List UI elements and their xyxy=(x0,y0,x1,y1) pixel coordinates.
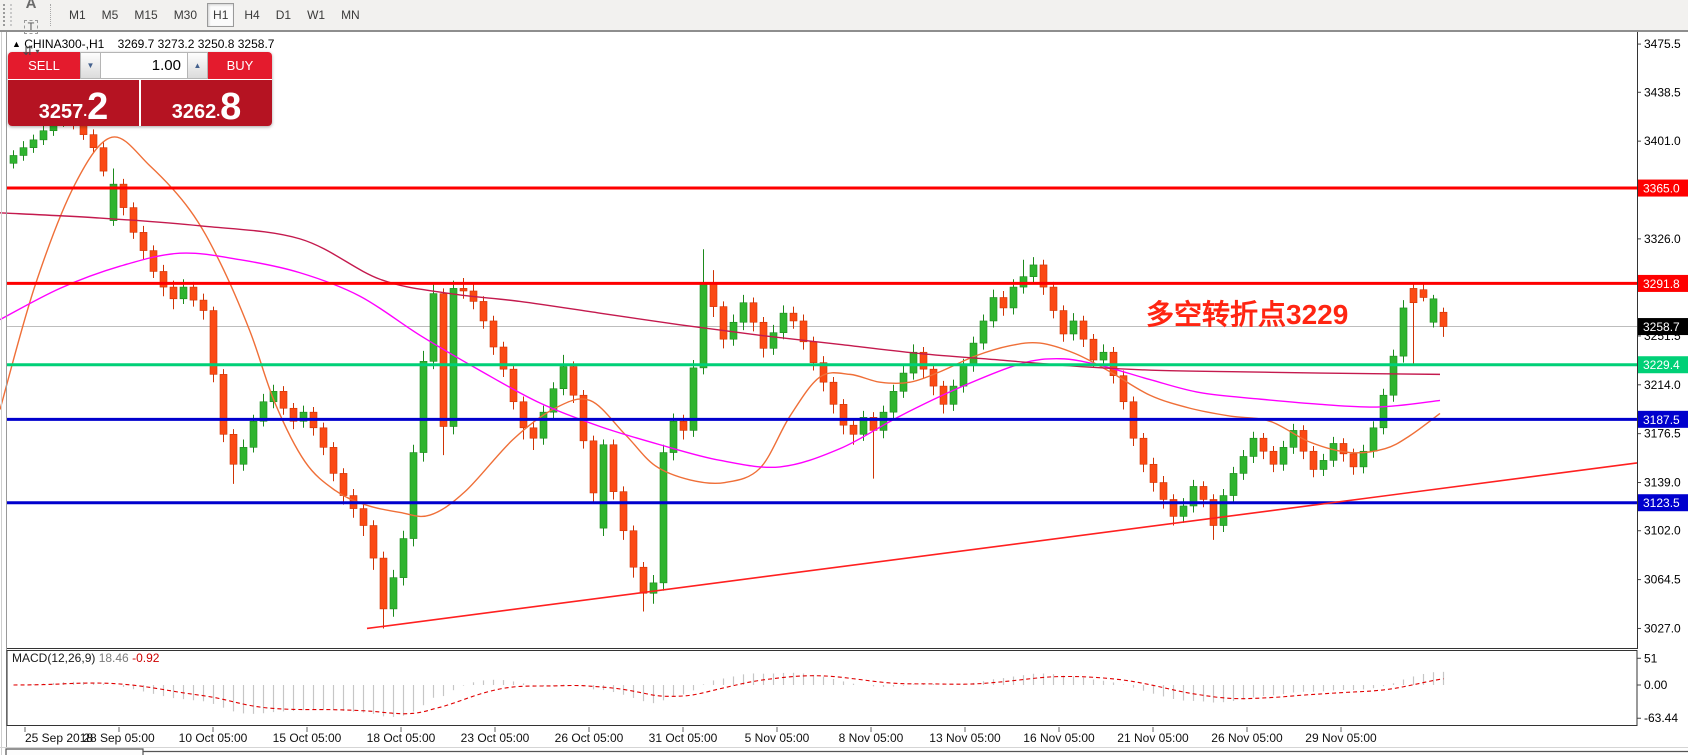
time-tick-label: 29 Nov 05:00 xyxy=(1305,731,1377,745)
macd-tick-label: -63.44 xyxy=(1644,711,1678,725)
timeframe-button-h4[interactable]: H4 xyxy=(238,3,265,27)
trend-line[interactable] xyxy=(367,463,1637,628)
price-tick-label: 3438.5 xyxy=(1644,85,1681,99)
time-tick-label: 15 Oct 05:00 xyxy=(273,731,342,745)
svg-text:3123.5: 3123.5 xyxy=(1643,496,1680,510)
text-box-icon[interactable]: T xyxy=(17,15,45,39)
toolbar-separator xyxy=(50,4,55,26)
price-label-3365.0: 3365.0 xyxy=(1638,180,1688,197)
timeframe-button-m1[interactable]: M1 xyxy=(63,3,92,27)
bid-price[interactable]: 3257.2 xyxy=(8,80,139,126)
time-tick-label: 13 Nov 05:00 xyxy=(929,731,1001,745)
svg-text:3229.4: 3229.4 xyxy=(1643,358,1680,372)
ask-price[interactable]: 3262.8 xyxy=(141,80,272,126)
time-tick-label: 26 Nov 05:00 xyxy=(1211,731,1283,745)
svg-text:3291.8: 3291.8 xyxy=(1643,277,1680,291)
time-tick-label: 18 Oct 05:00 xyxy=(367,731,436,745)
price-label-3123.5: 3123.5 xyxy=(1638,494,1688,511)
price-tick-label: 3326.0 xyxy=(1644,232,1681,246)
timeframe-button-m15[interactable]: M15 xyxy=(128,3,163,27)
chart-tab[interactable] xyxy=(6,749,143,755)
macd-label: MACD(12,26,9) 18.46 -0.92 xyxy=(12,651,160,665)
timeframe-button-h1[interactable]: H1 xyxy=(207,3,234,27)
timeframe-button-mn[interactable]: MN xyxy=(335,3,366,27)
chart-text-annotation: 多空转折点3229 xyxy=(1146,293,1348,333)
toolbar-grip[interactable] xyxy=(3,4,12,26)
volume-input[interactable] xyxy=(101,52,187,79)
time-tick-label: 16 Nov 05:00 xyxy=(1023,731,1095,745)
macd-panel[interactable] xyxy=(7,651,1637,726)
ask-price-main: 3262 xyxy=(172,102,217,122)
time-tick-label: 28 Sep 05:00 xyxy=(83,731,155,745)
toolbar: FAT⇵▾ M1M5M15M30H1H4D1W1MN xyxy=(0,0,1688,31)
text-label-icon[interactable]: A xyxy=(17,0,45,15)
time-tick-label: 21 Nov 05:00 xyxy=(1117,731,1189,745)
price-tick-label: 3475.5 xyxy=(1644,37,1681,51)
macd-tick-label: 0.00 xyxy=(1644,678,1668,692)
price-tick-label: 3064.5 xyxy=(1644,573,1681,587)
timeframe-button-d1[interactable]: D1 xyxy=(270,3,297,27)
price-label-3229.4: 3229.4 xyxy=(1638,356,1688,373)
arrange-icon[interactable]: ⇵▾ xyxy=(17,39,45,63)
bid-price-main: 3257 xyxy=(39,102,84,122)
one-click-trading-panel: SELL ▼ ▲ BUY 3257.2 3262.8 xyxy=(8,52,272,126)
timeframe-button-m30[interactable]: M30 xyxy=(168,3,203,27)
svg-text:3365.0: 3365.0 xyxy=(1643,182,1680,196)
bid-price-big-digit: 2 xyxy=(87,92,108,122)
ask-price-big-digit: 8 xyxy=(220,92,241,122)
volume-increase-button[interactable]: ▲ xyxy=(187,52,208,79)
time-tick-label: 23 Oct 05:00 xyxy=(461,731,530,745)
volume-decrease-button[interactable]: ▼ xyxy=(80,52,101,79)
price-tick-label: 3176.5 xyxy=(1644,427,1681,441)
timeframe-button-m5[interactable]: M5 xyxy=(96,3,125,27)
price-tick-label: 3214.0 xyxy=(1644,378,1681,392)
price-tick-label: 3102.0 xyxy=(1644,524,1681,538)
macd-tick-label: 51 xyxy=(1644,651,1658,665)
price-axis: 3475.53438.53401.03326.03251.53214.03176… xyxy=(1637,37,1681,635)
price-tick-label: 3401.0 xyxy=(1644,134,1681,148)
svg-text:3258.7: 3258.7 xyxy=(1643,320,1680,334)
chart-title: ▲ CHINA300-,H1 3269.7 3273.2 3250.8 3258… xyxy=(12,37,274,51)
time-axis: 25 Sep 201828 Sep 05:0010 Oct 05:0015 Oc… xyxy=(25,727,1377,745)
price-label-3187.5: 3187.5 xyxy=(1638,411,1688,428)
dropdown-caret-icon: ▾ xyxy=(35,47,39,56)
time-tick-label: 26 Oct 05:00 xyxy=(555,731,624,745)
price-label-3291.8: 3291.8 xyxy=(1638,275,1688,292)
timeframe-button-w1[interactable]: W1 xyxy=(301,3,331,27)
price-tick-label: 3139.0 xyxy=(1644,476,1681,490)
time-tick-label: 31 Oct 05:00 xyxy=(649,731,718,745)
price-label-3258.7: 3258.7 xyxy=(1638,318,1688,335)
svg-text:3187.5: 3187.5 xyxy=(1643,413,1680,427)
time-tick-label: 5 Nov 05:00 xyxy=(745,731,810,745)
time-tick-label: 8 Nov 05:00 xyxy=(839,731,904,745)
ohlc-values: 3269.7 3273.2 3250.8 3258.7 xyxy=(118,37,275,51)
price-tick-label: 3027.0 xyxy=(1644,621,1681,635)
buy-button[interactable]: BUY xyxy=(208,52,272,79)
time-tick-label: 10 Oct 05:00 xyxy=(179,731,248,745)
